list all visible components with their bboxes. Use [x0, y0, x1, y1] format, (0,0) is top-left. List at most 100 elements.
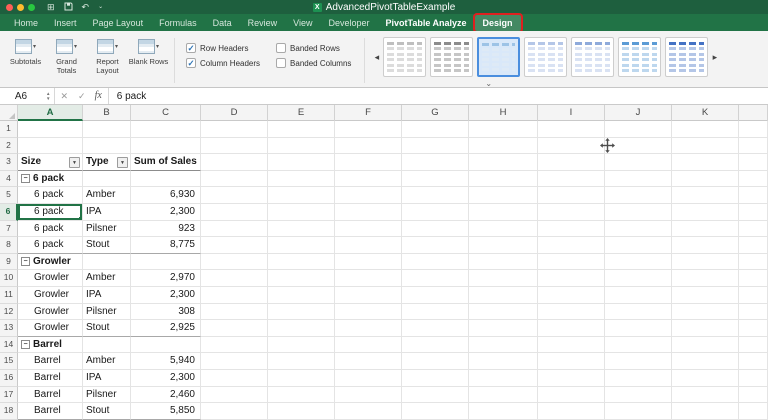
cell-h14[interactable] — [469, 336, 538, 354]
cell-f8[interactable] — [335, 237, 402, 254]
cell-h13[interactable] — [469, 320, 538, 337]
row-header-3[interactable]: 3 — [0, 154, 18, 171]
cell-e13[interactable] — [268, 320, 335, 337]
cell-overflow-17[interactable] — [739, 386, 768, 404]
cell-d16[interactable] — [201, 369, 268, 387]
subtotals-button[interactable]: ▾ Subtotals — [5, 36, 46, 75]
cell-k10[interactable] — [672, 270, 739, 287]
cell-overflow-14[interactable] — [739, 336, 768, 354]
row-header-9[interactable]: 9 — [0, 253, 18, 271]
formula-input[interactable]: 6 pack — [109, 91, 768, 102]
cell-a13[interactable]: Growler — [18, 320, 83, 337]
cell-j16[interactable] — [605, 369, 672, 387]
cell-i8[interactable] — [538, 237, 605, 254]
cell-g11[interactable] — [402, 286, 469, 304]
cell-e8[interactable] — [268, 237, 335, 254]
cell-k1[interactable] — [672, 121, 739, 138]
cell-d5[interactable] — [201, 187, 268, 204]
row-header-1[interactable]: 1 — [0, 121, 18, 138]
cell-h12[interactable] — [469, 303, 538, 321]
column-header-i[interactable]: I — [538, 105, 605, 121]
cell-k9[interactable] — [672, 253, 739, 271]
cell-d11[interactable] — [201, 286, 268, 304]
cell-h15[interactable] — [469, 353, 538, 370]
cell-c16[interactable]: 2,300 — [131, 369, 201, 387]
cell-k5[interactable] — [672, 187, 739, 204]
checkbox-banded-columns[interactable]: Banded Columns — [276, 58, 351, 68]
tab-formulas[interactable]: Formulas — [151, 15, 205, 31]
column-header-a[interactable]: A — [18, 105, 83, 121]
cell-a4[interactable]: −6 pack — [18, 170, 83, 188]
cell-i6[interactable] — [538, 203, 605, 221]
cell-f4[interactable] — [335, 170, 402, 188]
cell-b8[interactable]: Stout — [83, 237, 131, 254]
cell-h10[interactable] — [469, 270, 538, 287]
view-grid-icon[interactable]: ⊞ — [47, 2, 55, 12]
cell-d2[interactable] — [201, 137, 268, 155]
cell-j6[interactable] — [605, 203, 672, 221]
zoom-window-button[interactable] — [28, 3, 35, 11]
cell-a14[interactable]: − Barrel — [18, 336, 83, 354]
cell-j11[interactable] — [605, 286, 672, 304]
cell-g14[interactable] — [402, 336, 469, 354]
cell-d6[interactable] — [201, 203, 268, 221]
cell-e3[interactable] — [268, 154, 335, 171]
cell-a10[interactable]: Growler — [18, 270, 83, 287]
cell-i4[interactable] — [538, 170, 605, 188]
cell-j5[interactable] — [605, 187, 672, 204]
column-header-g[interactable]: G — [402, 105, 469, 121]
gallery-expand-arrow[interactable]: ⌄ — [485, 80, 492, 88]
cell-h17[interactable] — [469, 386, 538, 404]
checkbox-row-headers[interactable]: ✓ Row Headers — [186, 43, 260, 53]
cell-b17[interactable]: Pilsner — [83, 386, 131, 404]
cell-b14[interactable] — [83, 336, 131, 354]
close-window-button[interactable] — [6, 3, 13, 11]
cell-f7[interactable] — [335, 220, 402, 238]
cell-k15[interactable] — [672, 353, 739, 370]
cell-k4[interactable] — [672, 170, 739, 188]
cell-d8[interactable] — [201, 237, 268, 254]
cell-b3[interactable]: Type ▼ — [83, 154, 131, 171]
cell-d15[interactable] — [201, 353, 268, 370]
cell-e5[interactable] — [268, 187, 335, 204]
tab-view[interactable]: View — [285, 15, 320, 31]
cell-e15[interactable] — [268, 353, 335, 370]
cell-d9[interactable] — [201, 253, 268, 271]
cell-e12[interactable] — [268, 303, 335, 321]
cell-overflow-16[interactable] — [739, 369, 768, 387]
cell-f1[interactable] — [335, 121, 402, 138]
cell-b6[interactable]: IPA — [83, 203, 131, 221]
checkbox-column-headers[interactable]: ✓ Column Headers — [186, 58, 260, 68]
cell-a18[interactable]: Barrel — [18, 403, 83, 420]
cell-k8[interactable] — [672, 237, 739, 254]
cell-j17[interactable] — [605, 386, 672, 404]
row-header-15[interactable]: 15 — [0, 353, 18, 370]
column-header-k[interactable]: K — [672, 105, 739, 121]
cell-c2[interactable] — [131, 137, 201, 155]
cell-e4[interactable] — [268, 170, 335, 188]
cell-d13[interactable] — [201, 320, 268, 337]
cell-g1[interactable] — [402, 121, 469, 138]
cell-i16[interactable] — [538, 369, 605, 387]
cell-a2[interactable] — [18, 137, 83, 155]
cell-a15[interactable]: Barrel — [18, 353, 83, 370]
cell-c17[interactable]: 2,460 — [131, 386, 201, 404]
cell-f14[interactable] — [335, 336, 402, 354]
row-header-12[interactable]: 12 — [0, 303, 18, 321]
cell-e7[interactable] — [268, 220, 335, 238]
cell-h8[interactable] — [469, 237, 538, 254]
cell-c13[interactable]: 2,925 — [131, 320, 201, 337]
column-header-j[interactable]: J — [605, 105, 672, 121]
cell-i18[interactable] — [538, 403, 605, 420]
cell-i17[interactable] — [538, 386, 605, 404]
row-header-2[interactable]: 2 — [0, 137, 18, 155]
cell-i10[interactable] — [538, 270, 605, 287]
cell-k16[interactable] — [672, 369, 739, 387]
cell-k2[interactable] — [672, 137, 739, 155]
cell-k14[interactable] — [672, 336, 739, 354]
cell-i11[interactable] — [538, 286, 605, 304]
cell-f18[interactable] — [335, 403, 402, 420]
cell-i14[interactable] — [538, 336, 605, 354]
cell-e17[interactable] — [268, 386, 335, 404]
cell-c15[interactable]: 5,940 — [131, 353, 201, 370]
